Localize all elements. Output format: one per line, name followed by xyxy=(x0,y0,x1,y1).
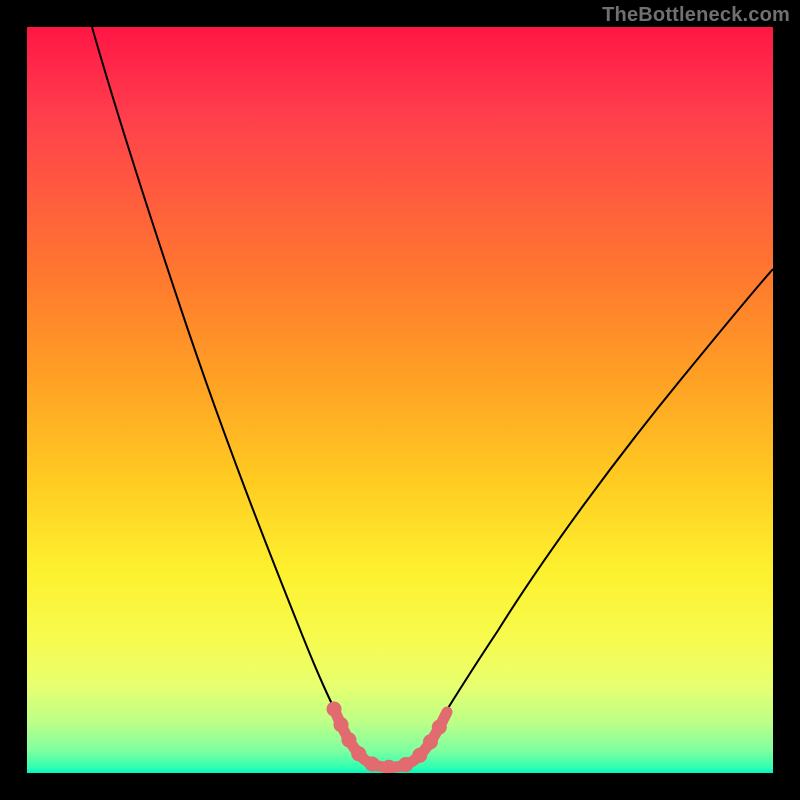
pink-u-fill xyxy=(334,709,447,767)
plot-area xyxy=(27,27,773,773)
right-curve xyxy=(423,269,773,747)
left-curve xyxy=(92,27,356,747)
curve-layer xyxy=(27,27,773,773)
chart-frame: TheBottleneck.com xyxy=(0,0,800,800)
watermark-text: TheBottleneck.com xyxy=(602,4,790,27)
